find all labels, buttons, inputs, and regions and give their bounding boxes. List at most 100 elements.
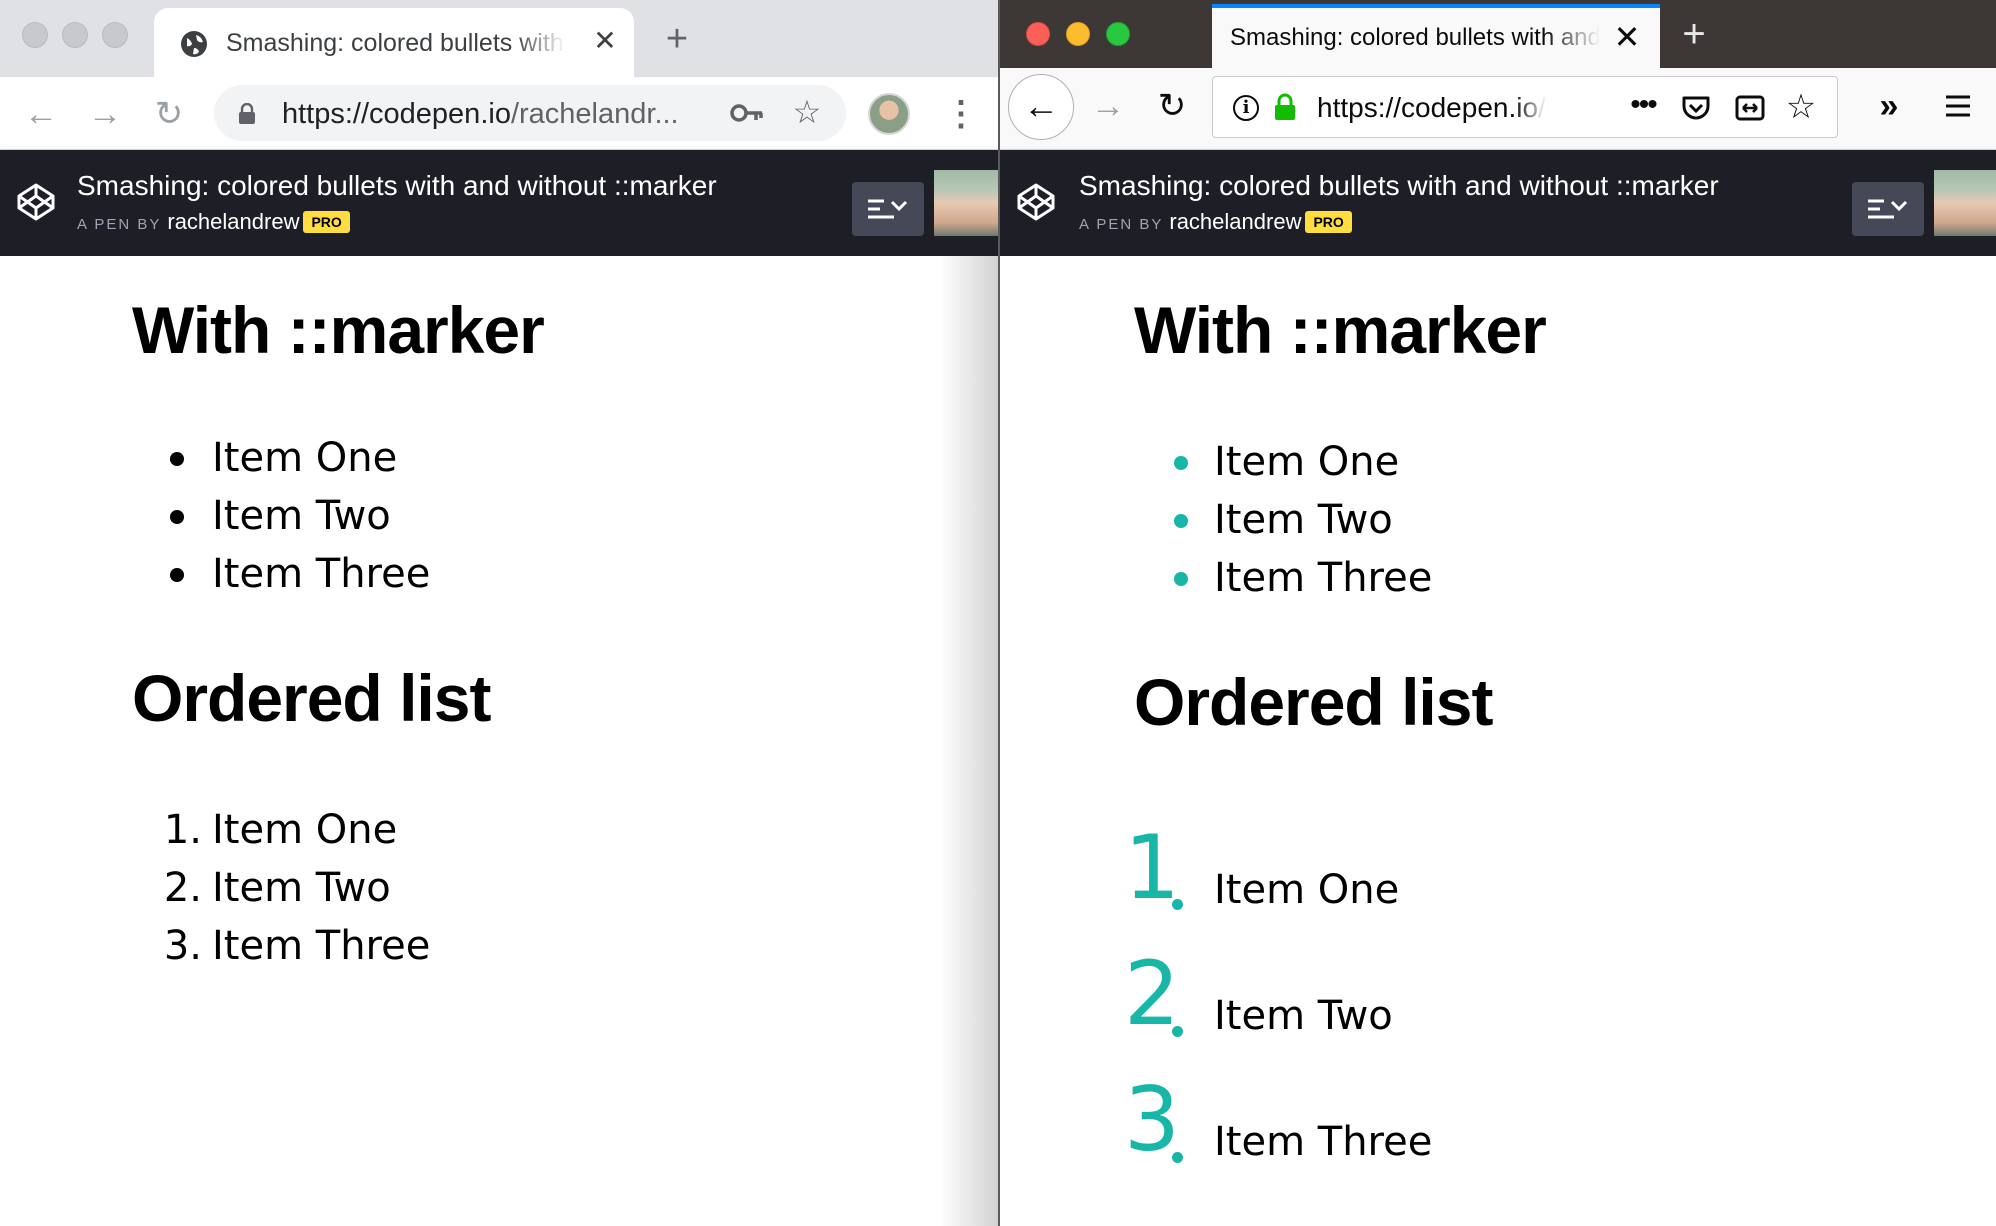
close-window-button[interactable]: [22, 22, 48, 48]
number-marker: 2.: [163, 865, 202, 911]
overflow-chevron-icon[interactable]: »: [1866, 86, 1906, 126]
chrome-tabstrip: Smashing: colored bullets with and witho…: [0, 0, 998, 77]
url-path: /rachelandr...: [510, 98, 679, 130]
list-item: Item Two: [1214, 497, 1393, 543]
list-item: Item Three: [212, 923, 431, 969]
url-host: https://codepen.io: [282, 98, 511, 130]
codepen-logo-icon[interactable]: [16, 182, 56, 222]
author-link[interactable]: rachelandrew: [1169, 209, 1301, 234]
url-text: https://codepen.io/rachelandrew/pen: [1317, 91, 1549, 125]
number-dot: [1172, 899, 1183, 910]
number-dot: [1172, 1152, 1183, 1163]
firefox-window: Smashing: colored bullets with and witho…: [1000, 0, 1996, 1226]
pen-title: Smashing: colored bullets with and witho…: [77, 170, 717, 201]
layout-menu-icon: [1868, 199, 1908, 219]
firefox-active-tab[interactable]: Smashing: colored bullets with and witho…: [1212, 4, 1660, 68]
pro-badge: PRO: [303, 211, 350, 233]
bookmark-star-icon[interactable]: ☆: [1783, 89, 1819, 125]
profile-avatar[interactable]: [868, 93, 910, 135]
layout-menu-icon: [868, 199, 908, 219]
big-number-marker: 2: [1124, 942, 1180, 1045]
page-actions-icon[interactable]: •••: [1623, 90, 1663, 123]
reload-icon[interactable]: ↻: [1152, 86, 1192, 126]
zoom-window-button[interactable]: [1106, 22, 1130, 46]
number-marker: 3.: [163, 923, 202, 969]
firefox-page-content: With ::marker Item One Item Two Item Thr…: [1000, 256, 1996, 1226]
marker-heading: With ::marker: [132, 293, 545, 367]
user-avatar[interactable]: [1934, 170, 1996, 236]
bookmark-star-icon[interactable]: ☆: [790, 95, 824, 129]
menu-kebab-icon[interactable]: ⋮: [944, 93, 978, 135]
pen-byline: A PEN BY rachelandrew PRO: [1079, 208, 1352, 236]
bullet-marker: [170, 452, 184, 466]
new-tab-button[interactable]: +: [660, 20, 694, 58]
list-item: Item One: [212, 807, 398, 853]
codepen-logo-icon[interactable]: [1016, 182, 1056, 222]
lock-icon: [239, 103, 255, 124]
codepen-header: Smashing: colored bullets with and witho…: [1000, 150, 1996, 256]
key-icon[interactable]: [730, 99, 764, 127]
close-tab-icon[interactable]: ✕: [1610, 20, 1644, 54]
colored-bullet-marker: [1174, 514, 1188, 528]
change-view-button[interactable]: [1852, 182, 1924, 236]
bullet-marker: [170, 510, 184, 524]
colored-bullet-marker: [1174, 572, 1188, 586]
pro-badge: PRO: [1305, 211, 1352, 233]
user-avatar[interactable]: [934, 170, 998, 236]
list-item: Item One: [212, 435, 398, 481]
address-bar[interactable]: i https://codepen.io/rachelandrew/pen ••…: [1212, 76, 1838, 138]
ordered-heading: Ordered list: [132, 661, 491, 735]
minimize-window-button[interactable]: [62, 22, 88, 48]
big-number-marker: 3: [1124, 1068, 1180, 1171]
firefox-toolbar: ← → ↻ i https://codepen.io/rachelandrew/…: [1000, 68, 1996, 150]
bullet-marker: [170, 568, 184, 582]
url-path: /rachelandrew/pen: [1538, 92, 1549, 123]
chrome-window: Smashing: colored bullets with and witho…: [0, 0, 998, 1226]
hamburger-menu-icon[interactable]: [1940, 88, 1976, 124]
back-icon[interactable]: ←: [1008, 74, 1074, 140]
close-window-button[interactable]: [1026, 22, 1050, 46]
screenshot-icon[interactable]: [1733, 91, 1767, 125]
number-marker: 1.: [163, 807, 202, 853]
screen: Smashing: colored bullets with and witho…: [0, 0, 1996, 1226]
forward-icon[interactable]: →: [86, 95, 124, 133]
list-item: Item Two: [212, 493, 391, 539]
byline-prefix: A PEN BY: [1079, 216, 1164, 233]
reload-icon[interactable]: ↻: [150, 95, 188, 133]
number-dot: [1172, 1026, 1183, 1037]
lock-icon: [1275, 93, 1295, 120]
url-host: https://codepen.io: [1317, 92, 1539, 123]
list-item: Item One: [1214, 867, 1400, 913]
change-view-button[interactable]: [852, 182, 924, 236]
chrome-active-tab[interactable]: Smashing: colored bullets with and witho…: [154, 8, 634, 77]
url-text: https://codepen.io/rachelandr...: [282, 97, 702, 131]
globe-icon: [181, 31, 207, 57]
author-link[interactable]: rachelandrew: [167, 209, 299, 234]
zoom-window-button[interactable]: [102, 22, 128, 48]
pocket-icon[interactable]: [1679, 91, 1713, 125]
chrome-toolbar: ← → ↻ https://codepen.io/rachelandr... ☆…: [0, 77, 998, 150]
marker-heading: With ::marker: [1134, 293, 1547, 367]
list-item: Item Two: [1214, 993, 1393, 1039]
list-item: Item Three: [1214, 555, 1433, 601]
list-item: Item Two: [212, 865, 391, 911]
list-item: Item Three: [212, 551, 431, 597]
close-tab-icon[interactable]: ✕: [590, 26, 620, 56]
list-item: Item Three: [1214, 1119, 1433, 1165]
tab-title: Smashing: colored bullets with and witho…: [1230, 24, 1600, 51]
firefox-tabstrip: Smashing: colored bullets with and witho…: [1000, 0, 1996, 68]
list-item: Item One: [1214, 439, 1400, 485]
address-bar[interactable]: https://codepen.io/rachelandr... ☆: [214, 85, 846, 141]
forward-icon[interactable]: →: [1088, 86, 1128, 126]
new-tab-button[interactable]: +: [1676, 14, 1712, 54]
big-number-marker: 1: [1124, 816, 1180, 919]
tab-title: Smashing: colored bullets with and witho…: [226, 29, 566, 57]
ordered-heading: Ordered list: [1134, 665, 1493, 739]
codepen-header: Smashing: colored bullets with and witho…: [0, 150, 998, 256]
minimize-window-button[interactable]: [1066, 22, 1090, 46]
byline-prefix: A PEN BY: [77, 216, 162, 233]
back-icon[interactable]: ←: [22, 95, 60, 133]
site-info-icon[interactable]: i: [1233, 95, 1259, 121]
chrome-page-content: With ::marker Item One Item Two Item Thr…: [0, 256, 998, 1226]
pen-byline: A PEN BY rachelandrew PRO: [77, 208, 350, 236]
